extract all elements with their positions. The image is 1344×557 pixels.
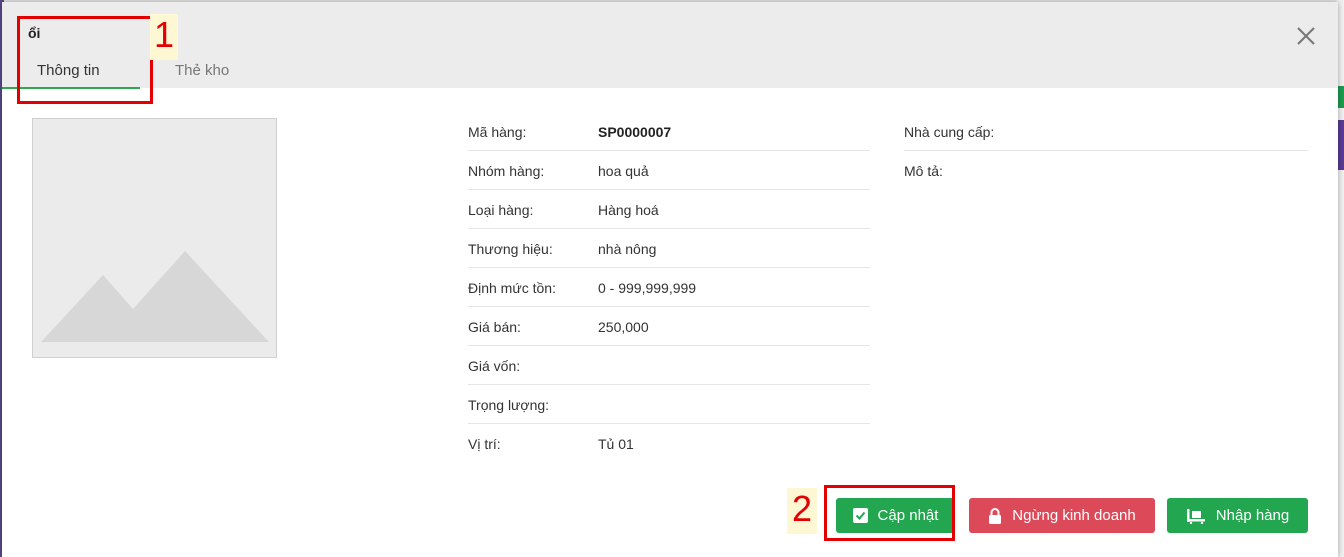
product-extra-attributes: Nhà cung cấp: Mô tả: [904,112,1308,189]
annotation-number-1: 1 [150,14,178,60]
attr-row-type: Loại hàng: Hàng hoá [468,190,870,229]
product-attributes: Mã hàng: SP0000007 Nhóm hàng: hoa quả Loại… [468,112,870,462]
annotation-box-2 [824,485,955,541]
attr-row-supplier: Nhà cung cấp: [904,112,1308,151]
attr-label: Trọng lượng: [468,397,550,413]
attr-label: Vị trí: [468,436,501,452]
attr-label: Thương hiệu: [468,241,553,257]
image-placeholder-icon [41,251,269,342]
product-code: SP0000007 [598,124,672,140]
import-goods-button-label: Nhập hàng [1215,507,1290,524]
attr-value: hoa quả [598,163,649,179]
attr-label: Giá vốn: [468,358,521,374]
attr-label: Mô tả: [904,163,943,179]
lock-icon [989,507,1002,524]
attr-value: 0 - 999,999,999 [598,280,697,296]
attr-value: nhà nông [598,241,657,257]
tab-stock-card[interactable]: Thẻ kho [175,62,229,79]
attr-value: Hàng hoá [598,202,659,218]
attr-row-brand: Thương hiệu: nhà nông [468,229,870,268]
product-detail-dialog: ổi Thông tin Thẻ kho Mã hàng: SP0000007 N… [2,2,1338,557]
attr-row-cost: Giá vốn: [468,346,870,385]
attr-label: Nhóm hàng: [468,163,545,179]
attr-label: Mã hàng: [468,124,527,140]
attr-label: Nhà cung cấp: [904,124,995,140]
attr-value: 250,000 [598,319,649,335]
attr-row-weight: Trọng lượng: [468,385,870,424]
attr-row-stock-limit: Định mức tồn: 0 - 999,999,999 [468,268,870,307]
attr-row-price: Giá bán: 250,000 [468,307,870,346]
attr-value: Tủ 01 [598,436,634,452]
attr-label: Loại hàng: [468,202,534,218]
annotation-number-2: 2 [787,488,817,534]
attr-row-description: Mô tả: [904,151,1308,189]
forklift-icon [1186,508,1205,524]
annotation-box-1 [17,16,153,104]
stop-selling-button[interactable]: Ngừng kinh doanh [969,498,1155,533]
attr-label: Định mức tồn: [468,280,556,296]
import-goods-button[interactable]: Nhập hàng [1167,498,1308,533]
attr-row-group: Nhóm hàng: hoa quả [468,151,870,190]
dialog-header: ổi Thông tin Thẻ kho [2,2,1338,89]
close-icon[interactable] [1292,22,1320,50]
product-image-placeholder[interactable] [32,118,277,358]
attr-row-location: Vị trí: Tủ 01 [468,424,870,462]
stop-selling-button-label: Ngừng kinh doanh [1012,507,1136,524]
attr-label: Giá bán: [468,319,521,335]
attr-row-code: Mã hàng: SP0000007 [468,112,870,151]
